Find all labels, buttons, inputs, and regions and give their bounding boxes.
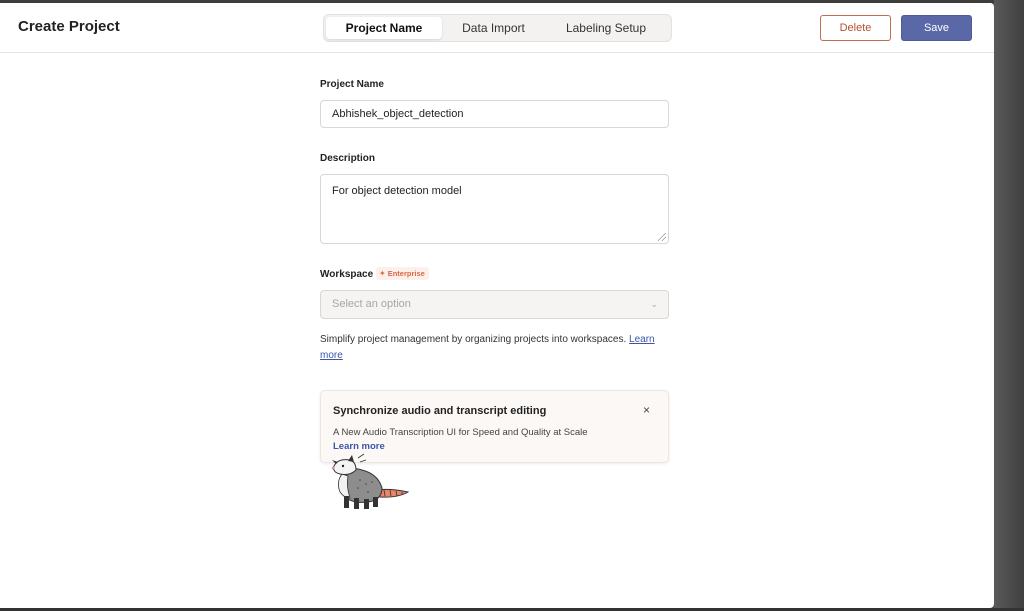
- project-name-input[interactable]: Abhishek_object_detection: [320, 100, 669, 128]
- promo-title: Synchronize audio and transcript editing: [333, 405, 547, 417]
- description-textarea[interactable]: For object detection model: [320, 174, 669, 244]
- description-text: For object detection model: [332, 185, 462, 197]
- desktop-background: [994, 0, 1024, 611]
- page-title: Create Project: [18, 18, 120, 35]
- tab-data-import[interactable]: Data Import: [442, 17, 545, 39]
- tab-labeling-setup[interactable]: Labeling Setup: [545, 17, 667, 39]
- promo-description: A New Audio Transcription UI for Speed a…: [333, 427, 588, 438]
- workspace-label: Workspace: [320, 269, 374, 280]
- project-name-label: Project Name: [320, 79, 384, 90]
- sparkle-icon: ✦: [379, 269, 386, 278]
- save-button[interactable]: Save: [901, 15, 972, 41]
- learn-more-link-part-2[interactable]: more: [320, 350, 343, 361]
- enterprise-badge: ✦ Enterprise: [376, 267, 429, 280]
- enterprise-badge-label: Enterprise: [387, 269, 425, 278]
- workspace-help-body: Simplify project management by organizin…: [320, 334, 627, 345]
- learn-more-link-part-1[interactable]: Learn: [629, 334, 655, 345]
- workspace-placeholder: Select an option: [332, 298, 411, 310]
- delete-button[interactable]: Delete: [820, 15, 891, 41]
- description-label: Description: [320, 153, 376, 164]
- chevron-down-icon: ⌄: [650, 299, 658, 309]
- step-tabs: Project Name Data Import Labeling Setup: [323, 14, 672, 42]
- workspace-help-text: Simplify project management by organizin…: [320, 332, 665, 364]
- promo-learn-more-link[interactable]: Learn more: [333, 441, 385, 452]
- page-header: Create Project Project Name Data Import …: [0, 3, 994, 53]
- opossum-mascot: [331, 453, 410, 509]
- workspace-select[interactable]: Select an option ⌄: [320, 290, 669, 319]
- close-icon[interactable]: ×: [643, 403, 650, 417]
- tab-project-name[interactable]: Project Name: [326, 17, 442, 39]
- app-window: Create Project Project Name Data Import …: [0, 3, 994, 608]
- resize-handle-icon[interactable]: [658, 233, 666, 241]
